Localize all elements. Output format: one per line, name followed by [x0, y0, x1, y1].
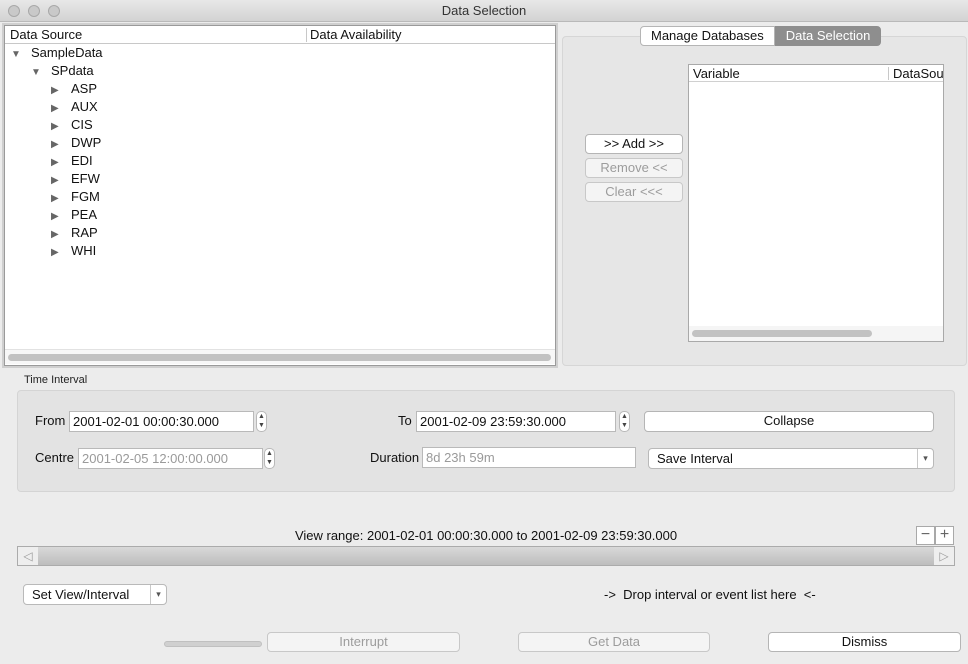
left-arrow-icon: ◁: [23, 549, 33, 563]
column-header-data-source[interactable]: Data Source: [10, 27, 82, 42]
tree-node-label: RAP: [71, 225, 98, 240]
tree-node-efw[interactable]: ▶ EFW: [51, 170, 100, 188]
tree-node-label: WHI: [71, 243, 97, 258]
data-source-tree[interactable]: Data Source Data Availability ▼ SampleDat…: [4, 25, 556, 366]
add-button[interactable]: >> Add >>: [585, 134, 683, 154]
tree-header: Data Source Data Availability: [5, 26, 555, 44]
remove-button[interactable]: Remove <<: [585, 158, 683, 178]
column-separator[interactable]: [888, 67, 889, 80]
tree-node-label: SampleData: [31, 45, 103, 60]
slider-right-handle[interactable]: ▷: [934, 547, 954, 565]
from-datetime-field[interactable]: 2001-02-01 00:00:30.000: [69, 411, 254, 432]
tree-node-fgm[interactable]: ▶ FGM: [51, 188, 100, 206]
tree-node-label: SPdata: [51, 63, 94, 78]
triangle-down-icon[interactable]: ▼: [31, 64, 45, 82]
tree-node-rap[interactable]: ▶ RAP: [51, 224, 98, 242]
to-label: To: [398, 413, 412, 428]
window-title: Data Selection: [441, 3, 527, 18]
progress-bar: [164, 641, 262, 647]
plus-icon: +: [939, 526, 950, 543]
tab-bar: Manage Databases Data Selection: [640, 26, 882, 46]
centre-label: Centre: [35, 450, 75, 465]
tree-node-label: EDI: [71, 153, 93, 168]
tree-node-label: CIS: [71, 117, 93, 132]
duration-label: Duration: [370, 450, 420, 465]
column-header-variable[interactable]: Variable: [693, 66, 740, 81]
save-interval-label: Save Interval: [657, 451, 733, 466]
slider-left-handle[interactable]: ◁: [18, 547, 38, 565]
time-interval-group: [17, 390, 955, 492]
tree-node-pea[interactable]: ▶ PEA: [51, 206, 97, 224]
variable-table-scrollbar[interactable]: [689, 326, 943, 341]
minus-icon: −: [920, 526, 931, 543]
dismiss-button[interactable]: Dismiss: [768, 632, 961, 652]
zoom-in-button[interactable]: +: [935, 526, 954, 545]
tree-node-label: AUX: [71, 99, 98, 114]
tree-node-label: PEA: [71, 207, 98, 222]
tree-horizontal-scrollbar[interactable]: [5, 349, 555, 364]
centre-stepper[interactable]: ▲ ▼: [264, 448, 275, 469]
tree-node-sampledata[interactable]: ▼ SampleData: [11, 44, 103, 62]
tab-manage-databases[interactable]: Manage Databases: [640, 26, 775, 46]
tree-node-edi[interactable]: ▶ EDI: [51, 152, 93, 170]
set-view-interval-select[interactable]: Set View/Interval ▾: [23, 584, 167, 605]
tree-node-asp[interactable]: ▶ ASP: [51, 80, 97, 98]
view-range-text: View range: 2001-02-01 00:00:30.000 to 2…: [294, 528, 678, 543]
triangle-right-icon[interactable]: ▶: [51, 244, 65, 262]
column-separator[interactable]: [306, 28, 307, 42]
right-arrow-icon: ▷: [939, 549, 949, 563]
to-datetime-field[interactable]: 2001-02-09 23:59:30.000: [416, 411, 616, 432]
set-view-interval-label: Set View/Interval: [32, 587, 130, 602]
from-stepper[interactable]: ▲ ▼: [256, 411, 267, 432]
collapse-button[interactable]: Collapse: [644, 411, 934, 432]
tree-node-cis[interactable]: ▶ CIS: [51, 116, 93, 134]
drop-zone[interactable]: -> Drop interval or event list here <-: [604, 587, 816, 602]
triangle-down-icon[interactable]: ▼: [11, 46, 25, 64]
column-header-data-availability[interactable]: Data Availability: [310, 27, 402, 42]
chevron-down-icon: ▾: [917, 449, 933, 468]
duration-field[interactable]: 8d 23h 59m: [422, 447, 636, 468]
tree-node-spdata[interactable]: ▼ SPdata: [31, 62, 94, 80]
column-header-datasource[interactable]: DataSou: [893, 66, 943, 81]
tree-node-dwp[interactable]: ▶ DWP: [51, 134, 101, 152]
tree-node-label: FGM: [71, 189, 100, 204]
centre-datetime-field[interactable]: 2001-02-05 12:00:00.000: [78, 448, 263, 469]
chevron-down-icon: ▾: [150, 585, 166, 604]
clear-button[interactable]: Clear <<<: [585, 182, 683, 202]
tree-node-label: ASP: [71, 81, 98, 96]
variable-table-header: Variable DataSou: [689, 65, 943, 82]
interrupt-button[interactable]: Interrupt: [267, 632, 460, 652]
tree-node-label: DWP: [71, 135, 102, 150]
tree-node-aux[interactable]: ▶ AUX: [51, 98, 98, 116]
time-interval-label: Time Interval: [24, 374, 88, 386]
from-label: From: [35, 413, 66, 428]
tree-node-label: EFW: [71, 171, 100, 186]
save-interval-select[interactable]: Save Interval ▾: [648, 448, 934, 469]
to-stepper[interactable]: ▲ ▼: [619, 411, 630, 432]
zoom-out-button[interactable]: −: [916, 526, 935, 545]
variable-table[interactable]: Variable DataSou: [688, 64, 944, 342]
tab-data-selection[interactable]: Data Selection: [774, 26, 882, 46]
get-data-button[interactable]: Get Data: [518, 632, 710, 652]
scrollbar-thumb[interactable]: [692, 330, 872, 337]
title-bar: Data Selection: [0, 0, 968, 22]
scrollbar-thumb[interactable]: [8, 354, 551, 361]
time-range-slider[interactable]: ◁ ▷: [17, 546, 955, 566]
tree-node-whi[interactable]: ▶ WHI: [51, 242, 96, 260]
